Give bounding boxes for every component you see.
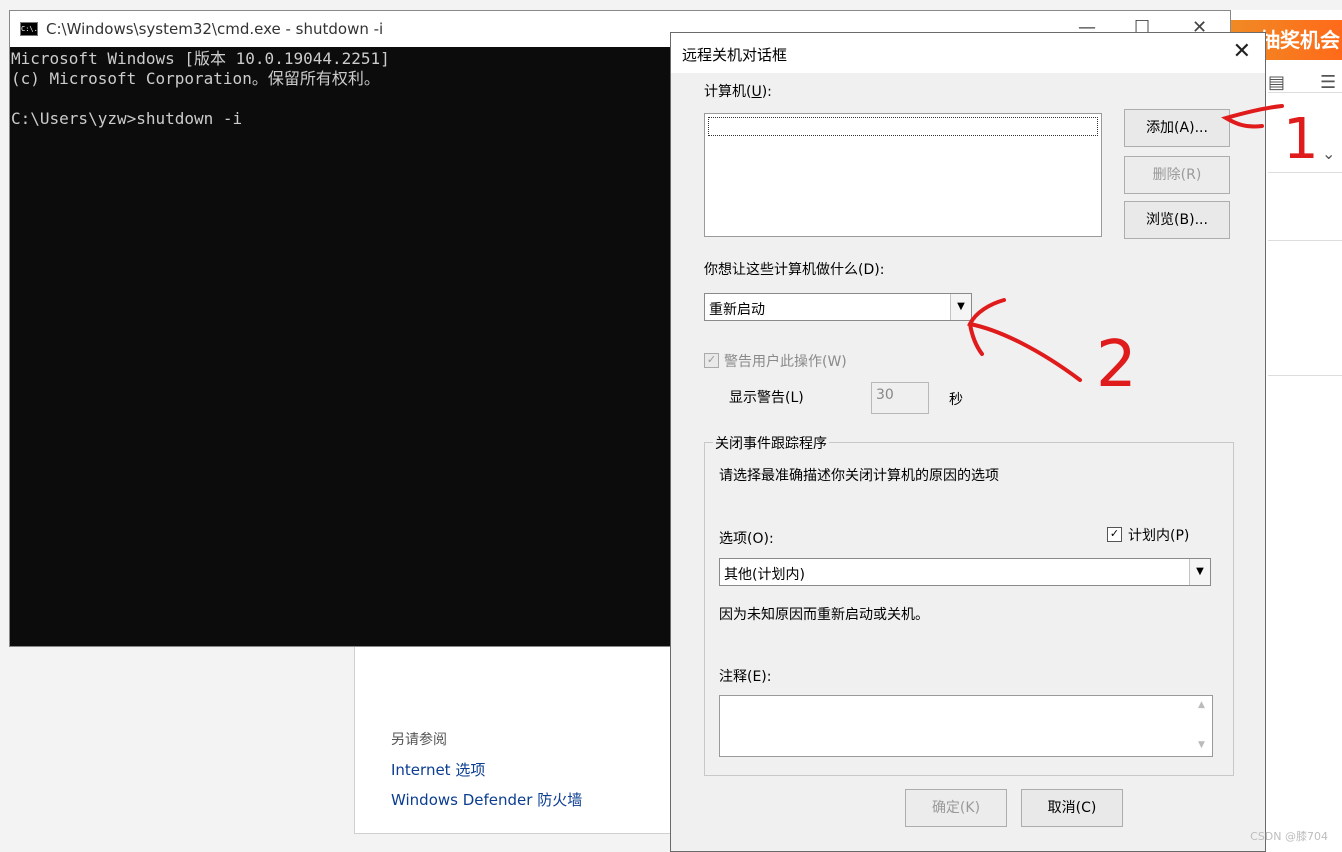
watermark: CSDN @膝704 bbox=[1250, 830, 1328, 843]
scrollbar[interactable]: ▲ ▼ bbox=[1195, 696, 1212, 754]
planned-label: 计划内(P) bbox=[1128, 528, 1190, 544]
seconds-unit: 秒 bbox=[949, 392, 963, 408]
browse-button[interactable]: 浏览(B)... bbox=[1124, 201, 1230, 239]
option-select-value: 其他(计划内) bbox=[724, 567, 805, 583]
scroll-down-icon[interactable]: ▼ bbox=[1198, 740, 1205, 750]
tracker-description: 请选择最准确描述你关闭计算机的原因的选项 bbox=[719, 468, 999, 484]
action-select-value: 重新启动 bbox=[709, 302, 765, 318]
option-label: 选项(O): bbox=[719, 531, 774, 547]
list-icon[interactable]: ☰ bbox=[1320, 72, 1336, 93]
option-select[interactable]: 其他(计划内) ▼ bbox=[719, 558, 1211, 586]
add-button[interactable]: 添加(A)... bbox=[1124, 109, 1230, 147]
warn-users-label: 警告用户此操作(W) bbox=[724, 354, 847, 370]
remote-shutdown-dialog[interactable]: 远程关机对话框 ✕ 计算机(U): 添加(A)... 删除(R) 浏览(B)..… bbox=[670, 32, 1266, 852]
ok-button[interactable]: 确定(K) bbox=[905, 789, 1007, 827]
action-label: 你想让这些计算机做什么(D): bbox=[704, 262, 885, 278]
reason-text: 因为未知原因而重新启动或关机。 bbox=[719, 607, 929, 623]
chevron-down-icon[interactable]: ▼ bbox=[950, 294, 971, 320]
action-select[interactable]: 重新启动 ▼ bbox=[704, 293, 972, 321]
cancel-button[interactable]: 取消(C) bbox=[1021, 789, 1123, 827]
warn-users-checkbox[interactable]: ✓ bbox=[704, 353, 719, 368]
divider bbox=[1268, 172, 1342, 173]
cmd-app-icon: C:\. bbox=[20, 22, 38, 36]
windows-defender-firewall-link[interactable]: Windows Defender 防火墙 bbox=[391, 789, 582, 810]
planned-checkbox[interactable]: ✓ bbox=[1107, 527, 1122, 542]
shutdown-event-tracker-group: 关闭事件跟踪程序 请选择最准确描述你关闭计算机的原因的选项 选项(O): ✓ 计… bbox=[704, 433, 1234, 776]
computers-listbox[interactable] bbox=[704, 113, 1102, 237]
divider bbox=[1268, 92, 1342, 93]
delete-button[interactable]: 删除(R) bbox=[1124, 156, 1230, 194]
dialog-title-bar[interactable]: 远程关机对话框 ✕ bbox=[671, 33, 1265, 73]
chevron-down-icon[interactable]: ▼ bbox=[1189, 559, 1210, 585]
internet-options-link[interactable]: Internet 选项 bbox=[391, 759, 485, 780]
divider bbox=[1268, 240, 1342, 241]
see-also-label: 另请参阅 bbox=[391, 732, 447, 748]
listbox-focus-row bbox=[708, 117, 1098, 136]
show-warning-label: 显示警告(L) bbox=[729, 390, 804, 406]
chevron-down-icon[interactable]: ⌄ bbox=[1322, 144, 1335, 163]
dialog-title: 远程关机对话框 bbox=[682, 46, 788, 64]
scroll-up-icon[interactable]: ▲ bbox=[1198, 700, 1205, 710]
comment-label: 注释(E): bbox=[719, 669, 772, 685]
divider bbox=[1268, 375, 1342, 376]
grid-icon[interactable]: ▤ bbox=[1268, 72, 1285, 93]
cmd-window-title: C:\Windows\system32\cmd.exe - shutdown -… bbox=[46, 20, 384, 38]
comment-textarea[interactable]: ▲ ▼ bbox=[719, 695, 1213, 757]
warning-seconds-field[interactable]: 30 bbox=[871, 382, 929, 414]
group-title: 关闭事件跟踪程序 bbox=[713, 433, 829, 453]
computers-label: 计算机(U): bbox=[704, 84, 772, 100]
close-icon[interactable]: ✕ bbox=[1233, 39, 1251, 64]
